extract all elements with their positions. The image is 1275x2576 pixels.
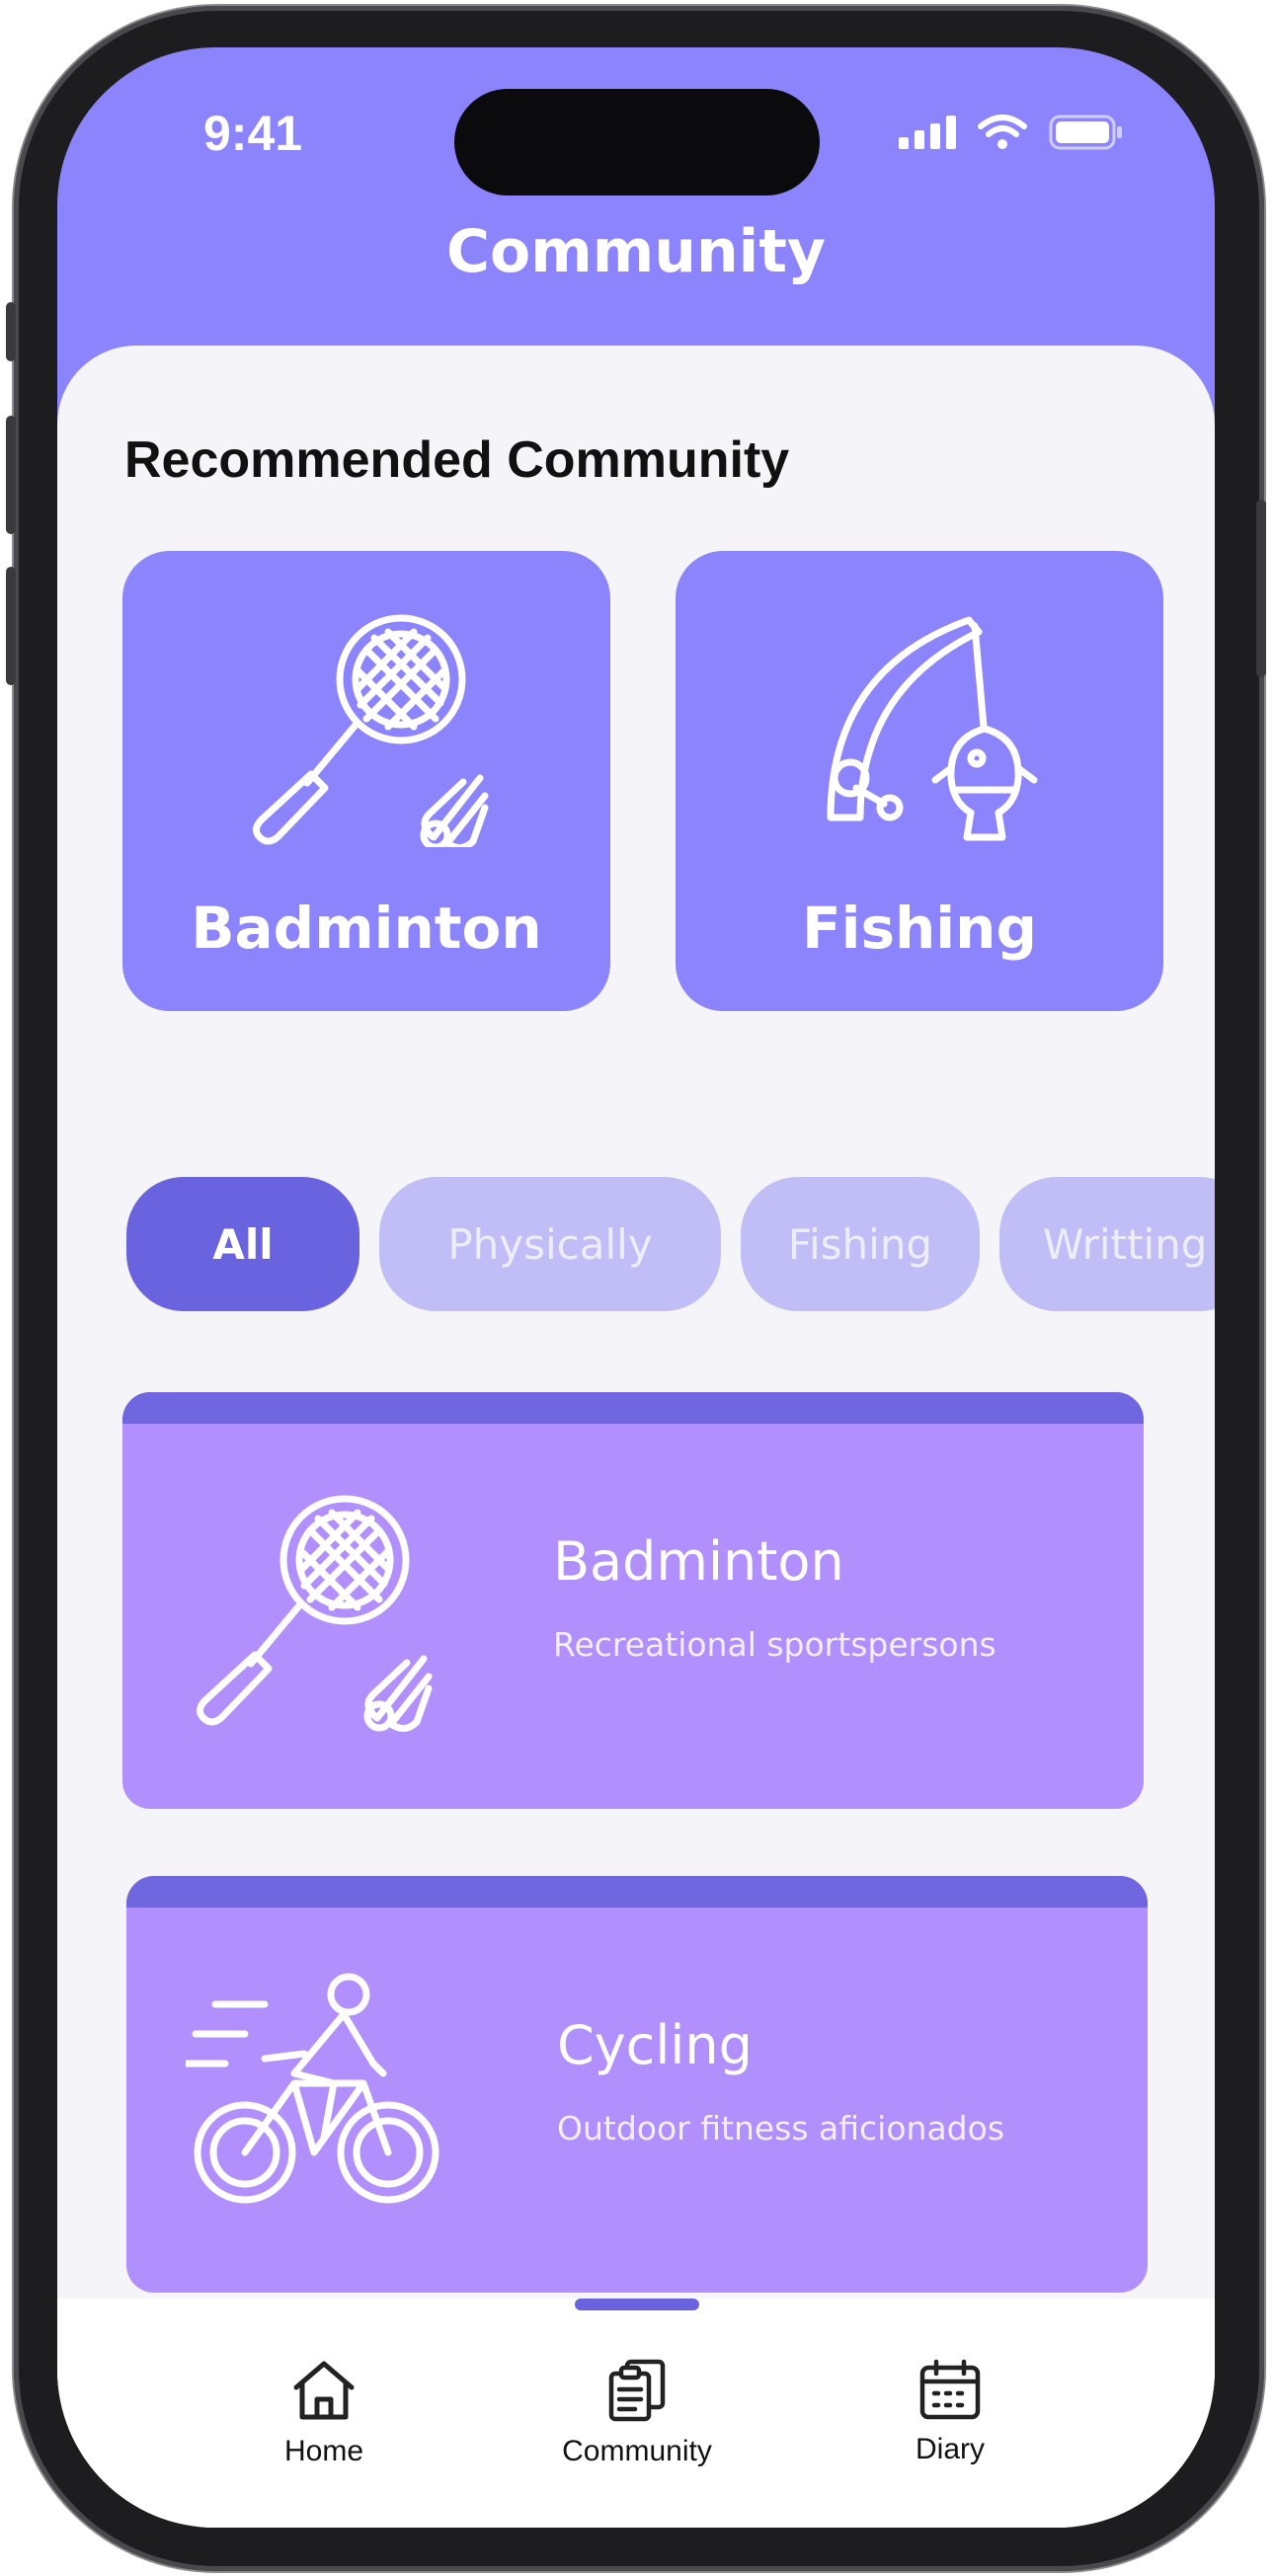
recommended-card-label: Badminton (191, 895, 542, 962)
content-area: Recommended Community Badminton Fishing … (57, 346, 1215, 2528)
status-time: 9:41 (203, 106, 303, 161)
app-screen: 9:41 Community Recommended Community Bad… (57, 47, 1215, 2528)
clipboard-icon (608, 2359, 666, 2422)
chip-physically[interactable]: Physically (379, 1177, 721, 1311)
recommended-card-label: Fishing (801, 895, 1037, 962)
community-description: Outdoor fitness aficionados (557, 2109, 1005, 2147)
fishing-icon (827, 616, 1038, 841)
community-card-cycling[interactable]: Cycling Outdoor fitness aficionados (126, 1876, 1148, 2293)
page-title: Community (445, 217, 827, 286)
tab-bar: Home Community Diary (57, 2299, 1215, 2528)
mute-switch (6, 302, 16, 361)
community-card-badminton[interactable]: Badminton Recreational sportspersons (122, 1392, 1144, 1809)
badminton-icon (197, 1495, 433, 1732)
recommended-card-fishing[interactable]: Fishing (676, 551, 1163, 1011)
community-name: Badminton (553, 1530, 844, 1593)
community-name: Cycling (557, 2014, 753, 2076)
recommended-card-badminton[interactable]: Badminton (122, 551, 610, 1011)
active-tab-indicator (575, 2299, 699, 2310)
tab-label: Community (562, 2435, 712, 2467)
power-button (1256, 500, 1266, 677)
chip-writting[interactable]: Writting (999, 1177, 1215, 1311)
cyclist-icon (186, 1973, 439, 2204)
calendar-icon (919, 2359, 981, 2420)
status-bar: 9:41 Community (57, 47, 1215, 286)
volume-up-button (6, 416, 16, 534)
community-description: Recreational sportspersons (553, 1625, 996, 1664)
chip-fishing[interactable]: Fishing (741, 1177, 980, 1311)
signal-icon (899, 116, 956, 149)
filter-chips: All Physically Fishing Writting (126, 1177, 1215, 1311)
card-accent-bar (122, 1392, 1144, 1424)
tab-label: Diary (915, 2433, 985, 2465)
battery-icon (1049, 115, 1122, 150)
chip-all[interactable]: All (126, 1177, 359, 1311)
badminton-icon (253, 614, 489, 847)
tab-home[interactable]: Home (215, 2358, 433, 2468)
wifi-icon (978, 115, 1027, 149)
card-accent-bar (126, 1876, 1148, 1908)
tab-community[interactable]: Community (528, 2358, 746, 2468)
volume-down-button (6, 567, 16, 685)
tab-diary[interactable]: Diary (841, 2358, 1059, 2466)
dynamic-island (454, 89, 820, 195)
status-icons (899, 115, 1124, 150)
tab-label: Home (283, 2435, 364, 2467)
home-icon (293, 2361, 355, 2420)
recommended-title: Recommended Community (124, 431, 790, 489)
